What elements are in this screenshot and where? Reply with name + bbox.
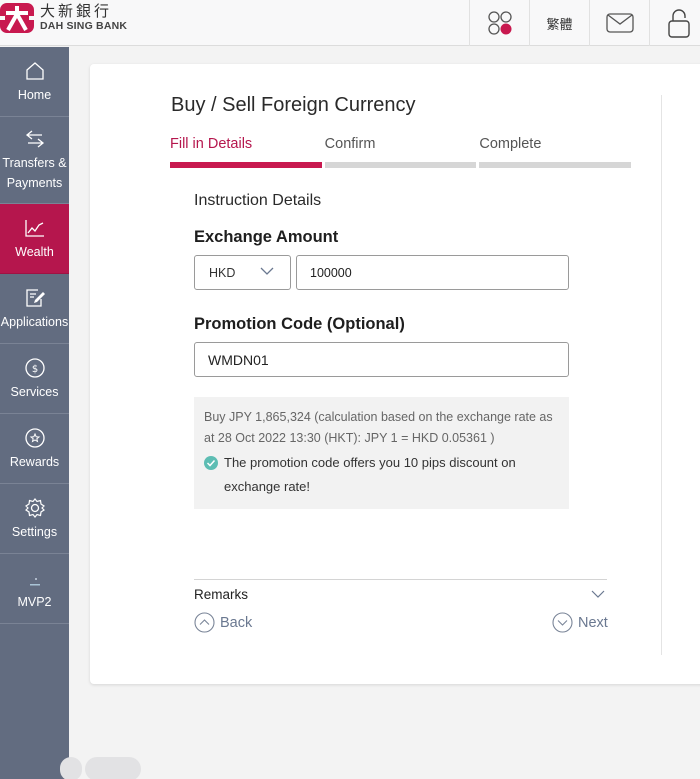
sidebar-item-label: Rewards (9, 454, 60, 469)
dollar-icon: $ (24, 357, 45, 378)
sidebar-item-label: Transfers & Payments (2, 156, 67, 190)
promotion-code-input[interactable]: WMDN01 (194, 342, 569, 377)
sidebar-item-label: Settings (11, 524, 58, 539)
sidebar-item-mvp2[interactable]: MVP2 (0, 554, 69, 624)
sidebar-nav: Home Transfers & Payments Wealth Applica… (0, 47, 69, 779)
sidebar-item-label: Wealth (15, 244, 54, 259)
sidebar-item-label: Services (10, 384, 59, 399)
sidebar-item-wealth[interactable]: Wealth (0, 204, 69, 274)
apps-button[interactable] (469, 0, 529, 46)
logout-button[interactable] (649, 0, 700, 46)
bank-name-cn: 大新銀行 (40, 3, 113, 21)
exchange-info-box: Buy JPY 1,865,324 (calculation based on … (194, 397, 569, 509)
home-icon (25, 61, 44, 80)
floating-pill[interactable] (60, 757, 82, 779)
mvp-icon (29, 577, 40, 585)
chevron-down-circle-icon (552, 612, 573, 633)
step-bar (170, 162, 322, 168)
sidebar-item-rewards[interactable]: Rewards (0, 414, 69, 484)
exchange-amount-label: Exchange Amount (194, 228, 339, 246)
promotion-code-value: WMDN01 (208, 351, 269, 368)
step-bar (324, 162, 477, 168)
step-label: Fill in Details (170, 136, 253, 152)
promotion-code-label: Promotion Code (Optional) (194, 315, 405, 333)
step-bar (479, 162, 632, 168)
sidebar-item-label: Applications (0, 314, 69, 329)
step-label: Confirm (324, 136, 376, 152)
star-icon (24, 427, 45, 448)
back-button[interactable]: Back (194, 612, 252, 633)
bank-name-en: DAH SING BANK (40, 20, 128, 33)
chart-icon (24, 219, 44, 237)
mail-icon (605, 13, 634, 33)
currency-select[interactable]: HKD (194, 255, 291, 290)
check-circle-icon (204, 456, 218, 470)
edit-icon (25, 288, 45, 307)
sidebar-item-settings[interactable]: Settings (0, 484, 69, 554)
language-toggle[interactable]: 繁體 (529, 0, 589, 46)
top-header: 大新銀行 DAH SING BANK 繁體 (0, 0, 700, 46)
sidebar-item-transfers[interactable]: Transfers & Payments (0, 117, 69, 204)
sidebar-item-applications[interactable]: Applications (0, 274, 69, 344)
transfer-icon (25, 130, 44, 148)
calculation-text: Buy JPY 1,865,324 (calculation based on … (204, 410, 553, 445)
chevron-down-icon (260, 267, 274, 275)
apps-icon (487, 11, 512, 35)
next-button[interactable]: Next (552, 612, 608, 633)
card-divider (661, 95, 662, 655)
floating-pill[interactable] (85, 757, 141, 779)
sidebar-item-home[interactable]: Home (0, 47, 69, 117)
remarks-toggle[interactable]: Remarks (194, 587, 248, 602)
sidebar-item-label: MVP2 (17, 594, 52, 609)
progress-steps: Fill in Details Confirm Complete (170, 136, 632, 168)
chevron-down-icon[interactable] (591, 589, 605, 599)
sidebar-item-services[interactable]: $ Services (0, 344, 69, 414)
chevron-up-circle-icon (194, 612, 215, 633)
step-complete: Complete (479, 136, 632, 168)
bank-logo[interactable]: 大新銀行 DAH SING BANK (0, 3, 127, 33)
currency-value: HKD (209, 265, 236, 280)
amount-input[interactable]: 100000 (296, 255, 569, 290)
step-confirm: Confirm (324, 136, 477, 168)
promotion-message: The promotion code offers you 10 pips di… (204, 451, 559, 499)
promotion-message-text: The promotion code offers you 10 pips di… (224, 455, 516, 494)
back-label: Back (220, 614, 253, 631)
sidebar-item-label: Home (17, 87, 52, 102)
section-title: Instruction Details (194, 192, 322, 209)
step-label: Complete (479, 136, 542, 152)
step-fill-in-details: Fill in Details (170, 136, 322, 168)
dah-sing-logo-icon (0, 3, 34, 33)
remarks-divider (194, 579, 607, 580)
page-title: Buy / Sell Foreign Currency (171, 94, 416, 116)
amount-value: 100000 (310, 265, 352, 280)
gear-icon (24, 497, 45, 518)
svg-text:$: $ (31, 364, 37, 375)
mail-button[interactable] (589, 0, 649, 46)
lock-icon (668, 9, 690, 38)
next-label: Next (578, 614, 608, 631)
